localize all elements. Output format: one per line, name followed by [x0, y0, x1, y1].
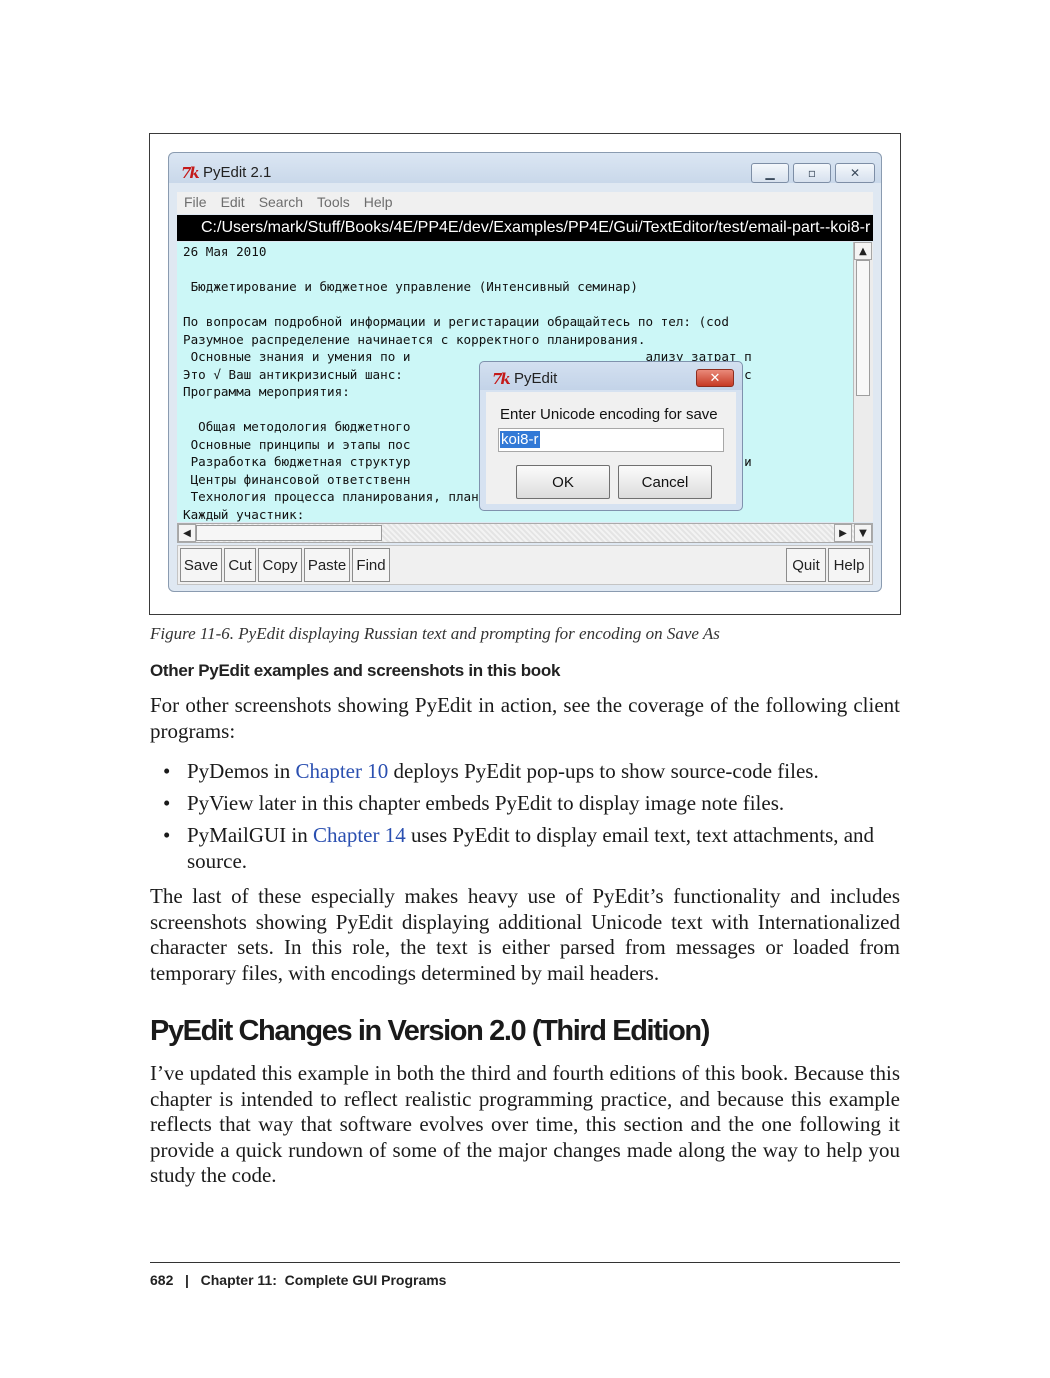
editor-line: По вопросам подробной информации и регис…	[183, 314, 729, 329]
bullet-icon: •	[163, 791, 171, 815]
cancel-button[interactable]: Cancel	[618, 465, 712, 499]
editor-line: Программа мероприятия:	[183, 384, 350, 399]
section-heading: PyEdit Changes in Version 2.0 (Third Edi…	[150, 1015, 710, 1047]
editor-line: Каждый участник:	[183, 506, 305, 522]
horizontal-scrollbar[interactable]: ◀ ▶ ▼	[177, 523, 873, 543]
pyedit-window: 7k PyEdit 2.1 ▁ ▫ ✕ File Edit Search Too…	[168, 152, 882, 592]
editor-line: Бюджетирование и бюджетное управление (И…	[183, 279, 638, 294]
page-number: 682	[150, 1272, 174, 1288]
bullet-icon: •	[163, 759, 171, 783]
encoding-input[interactable]: koi8-r	[498, 428, 724, 452]
cut-button[interactable]: Cut	[224, 548, 256, 582]
program-list: • PyDemos in Chapter 10 deploys PyEdit po…	[150, 758, 900, 880]
list-item: • PyDemos in Chapter 10 deploys PyEdit po…	[163, 759, 819, 783]
tk-logo-icon: 7k	[492, 370, 511, 388]
dialog-close-icon[interactable]: ✕	[696, 369, 734, 387]
title-bar: 7k PyEdit 2.1 ▁ ▫ ✕	[169, 153, 881, 193]
quit-button[interactable]: Quit	[786, 548, 826, 582]
paragraph: I’ve updated this example in both the th…	[150, 1061, 900, 1187]
ok-button[interactable]: OK	[516, 465, 610, 499]
page-footer: 682 | Chapter 11: Complete GUI Programs	[150, 1272, 446, 1288]
intro-paragraph: For other screenshots showing PyEdit in …	[150, 693, 900, 743]
footer-rule	[150, 1262, 900, 1263]
tk-logo-icon: 7k	[181, 164, 200, 182]
chapter-10-link[interactable]: Chapter 10	[296, 759, 389, 783]
maximize-button[interactable]: ▫	[793, 163, 831, 183]
subheading: Other PyEdit examples and screenshots in…	[150, 661, 561, 680]
dialog-prompt: Enter Unicode encoding for save	[500, 406, 718, 423]
vertical-scrollbar[interactable]: ▲	[853, 242, 873, 522]
button-toolbar: Save Cut Copy Paste Find Quit Help	[177, 545, 873, 585]
file-path-bar: C:/Users/mark/Stuff/Books/4E/PP4E/dev/Ex…	[177, 215, 873, 241]
minimize-button[interactable]: ▁	[751, 163, 789, 183]
dialog-body: Enter Unicode encoding for save koi8-r O…	[486, 392, 736, 504]
menu-search[interactable]: Search	[252, 192, 310, 214]
vertical-scroll-thumb[interactable]	[856, 260, 870, 396]
horizontal-scroll-thumb[interactable]	[196, 525, 382, 541]
list-item: • PyMailGUI in Chapter 14 uses PyEdit to …	[163, 823, 875, 873]
dialog-title: PyEdit	[514, 370, 558, 387]
figure-caption: Figure 11-6. PyEdit displaying Russian t…	[150, 624, 720, 643]
menu-bar: File Edit Search Tools Help	[177, 192, 873, 214]
figure-frame: 7k PyEdit 2.1 ▁ ▫ ✕ File Edit Search Too…	[149, 133, 901, 615]
close-button[interactable]: ✕	[835, 163, 875, 183]
chapter-14-link[interactable]: Chapter 14	[313, 823, 406, 847]
footer-separator: |	[185, 1272, 189, 1288]
menu-edit[interactable]: Edit	[214, 192, 252, 214]
list-item: • PyView later in this chapter embeds PyE…	[163, 791, 785, 815]
encoding-input-value: koi8-r	[500, 431, 540, 448]
window-title: PyEdit 2.1	[203, 164, 272, 181]
editor-line: 26 Мая 2010	[183, 244, 267, 259]
save-button[interactable]: Save	[180, 548, 222, 582]
menu-help[interactable]: Help	[357, 192, 400, 214]
menu-tools[interactable]: Tools	[310, 192, 357, 214]
editor-line: Разумное распределение начинается с корр…	[183, 331, 646, 347]
bullet-icon: •	[163, 823, 171, 847]
menu-file[interactable]: File	[177, 192, 214, 214]
scroll-up-icon[interactable]: ▲	[854, 242, 872, 260]
scroll-right-icon[interactable]: ▶	[834, 524, 852, 542]
encoding-dialog: 7k PyEdit ✕ Enter Unicode encoding for s…	[479, 361, 743, 511]
copy-button[interactable]: Copy	[258, 548, 302, 582]
scroll-down-icon[interactable]: ▼	[854, 524, 872, 542]
find-button[interactable]: Find	[352, 548, 390, 582]
help-button[interactable]: Help	[828, 548, 870, 582]
scroll-left-icon[interactable]: ◀	[178, 524, 196, 542]
chapter-title: Chapter 11: Complete GUI Programs	[200, 1272, 447, 1288]
paste-button[interactable]: Paste	[304, 548, 350, 582]
paragraph: The last of these especially makes heavy…	[150, 884, 900, 985]
